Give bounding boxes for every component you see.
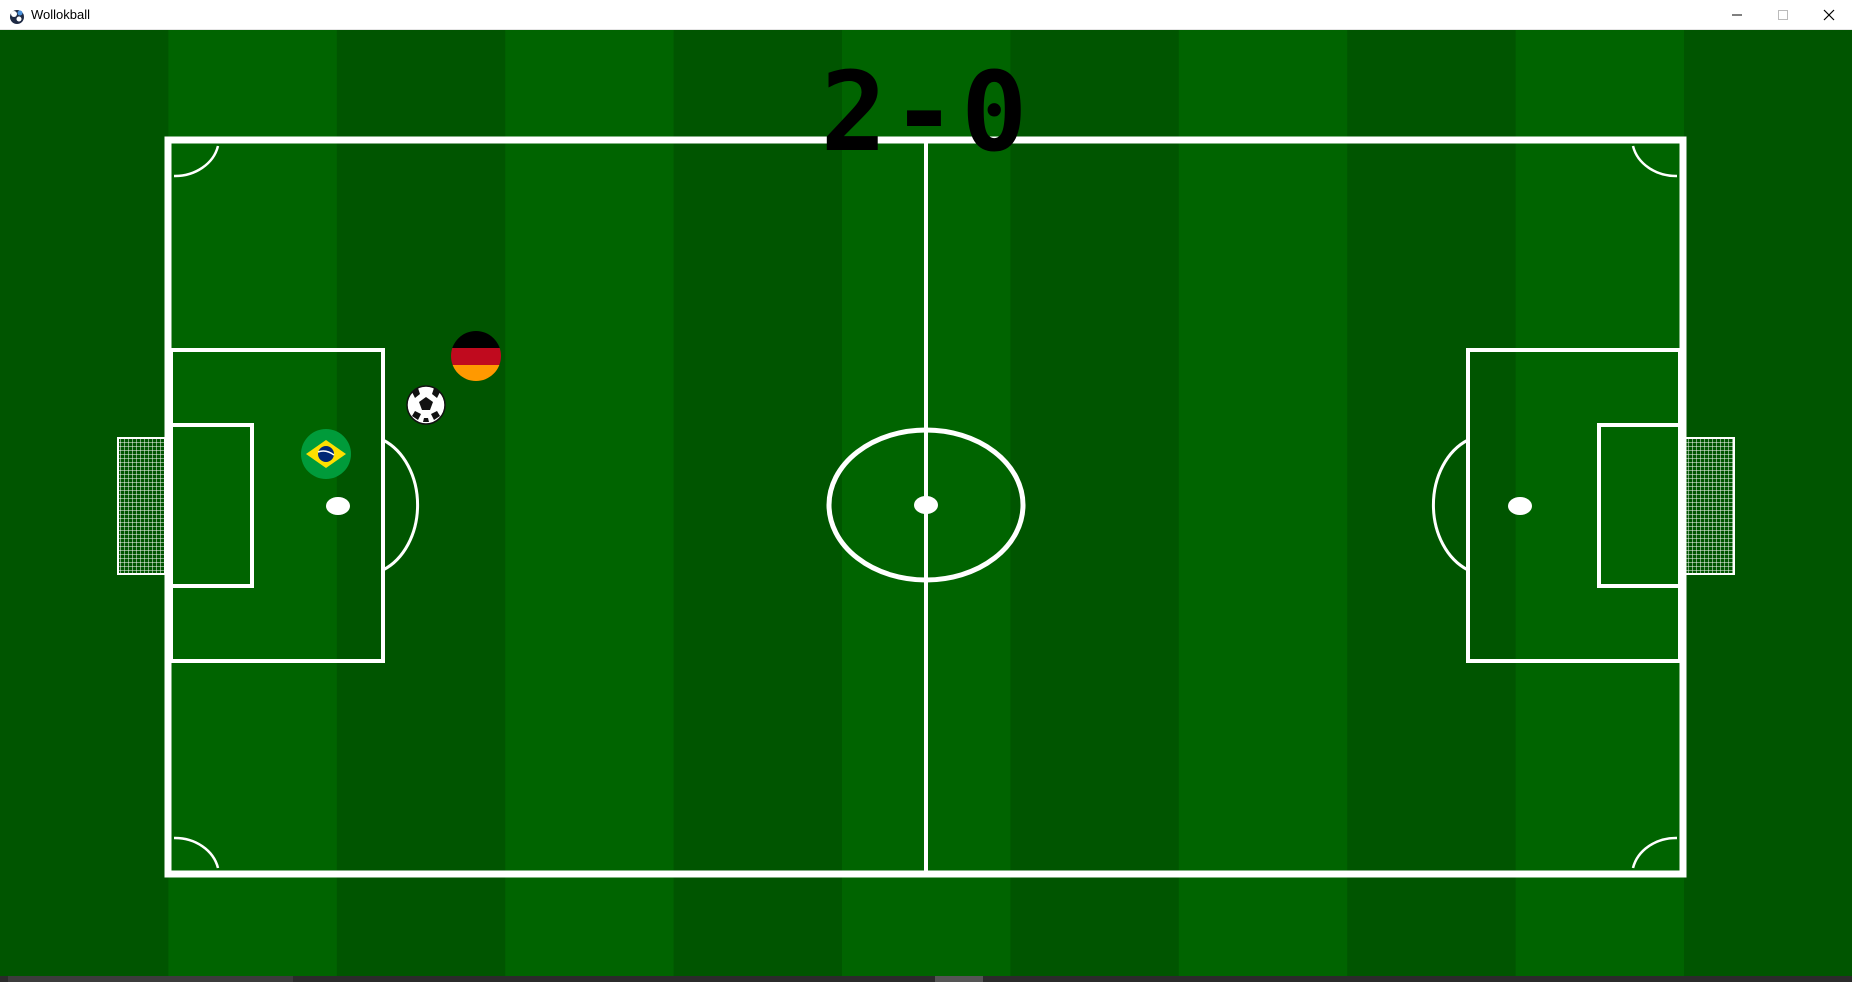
- grass-stripe: [336, 30, 507, 976]
- soccer-ball-icon[interactable]: [406, 385, 446, 425]
- grass-stripe: [1010, 30, 1180, 976]
- close-icon: [1823, 9, 1835, 21]
- left-penalty-spot: [326, 497, 350, 515]
- taskbar-strip: [0, 976, 1852, 982]
- minimize-button[interactable]: [1714, 0, 1760, 30]
- title-bar: Wollokball: [0, 0, 1852, 30]
- center-spot: [914, 496, 938, 514]
- window-title: Wollokball: [31, 7, 91, 22]
- close-button[interactable]: [1806, 0, 1852, 30]
- maximize-button[interactable]: [1760, 0, 1806, 30]
- grass-stripe: [673, 30, 843, 976]
- scoreboard: 2-0: [820, 48, 1032, 176]
- minimize-icon: [1732, 14, 1742, 16]
- grass-stripe: [1178, 30, 1349, 976]
- left-goal-net: [117, 437, 169, 575]
- maximize-icon: [1778, 10, 1788, 20]
- grass-stripe: [1347, 30, 1517, 976]
- right-penalty-spot: [1508, 497, 1532, 515]
- wollok-icon: [10, 10, 24, 24]
- grass-stripe: [505, 30, 675, 976]
- brazil-flag-icon[interactable]: [301, 429, 351, 479]
- taskbar-item[interactable]: [8, 976, 293, 982]
- right-goal-net: [1683, 437, 1735, 575]
- game-canvas[interactable]: 2-0: [0, 30, 1852, 976]
- taskbar-item[interactable]: [935, 976, 983, 982]
